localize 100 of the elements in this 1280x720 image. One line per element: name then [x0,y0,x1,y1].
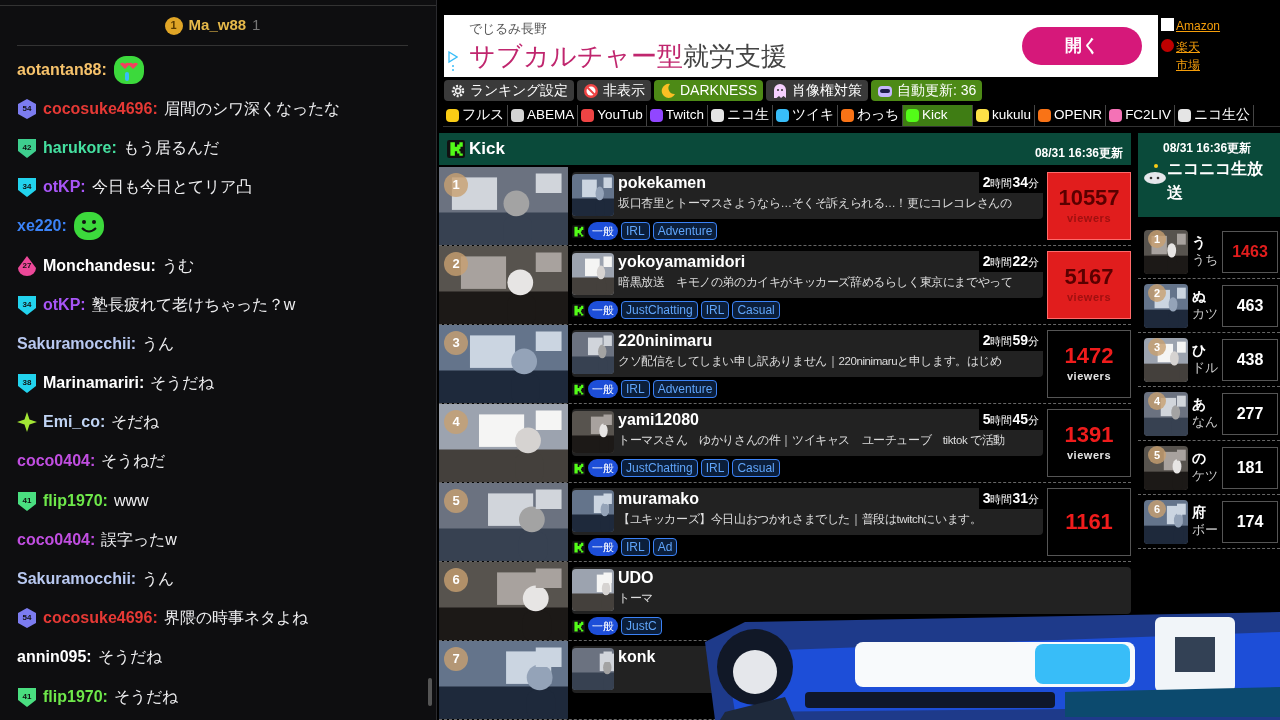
tag[interactable]: Casual [732,459,780,477]
level-badge: 38 [17,373,37,394]
shop-link[interactable]: Amazon [1176,17,1221,36]
smile-emote-icon [72,211,105,242]
platform-tab[interactable]: フルス [443,105,508,126]
viewers-label: viewers [1066,210,1112,226]
tag[interactable]: IRL [621,380,650,398]
viewer-count: 1391 [1064,422,1114,447]
streamer-name[interactable]: yokoyamamidori [618,251,746,273]
toolbar-button[interactable]: 自動更新: 36 [871,80,983,101]
tag[interactable]: Ad [652,538,678,556]
platform-tab[interactable]: kukulu [973,105,1036,126]
shop-link[interactable]: 楽天市場 [1176,38,1210,75]
ad-choices-icon[interactable] [448,51,458,73]
top-chatter-name: Ma_w88 [188,15,247,36]
chat-message: うん [142,569,175,590]
level-badge: 42 [17,137,37,158]
platform-tab[interactable]: わっち [838,105,904,126]
streamer-name[interactable]: ひ [1192,341,1218,360]
section-title: ニコニコ生放送 [1167,159,1264,203]
scrollbar-thumb[interactable] [428,678,432,706]
chat-username[interactable]: Emi_co: [43,410,106,435]
chat-username[interactable]: Sakuramocchii: [17,331,137,356]
chat-username[interactable]: otKP: [43,292,86,317]
chat-username[interactable]: flip1970: [43,684,108,709]
section-title: Kick [469,138,505,161]
chat-username[interactable]: Sakuramocchii: [17,567,137,592]
chat-username[interactable]: coco0404: [17,449,96,474]
toolbar-button[interactable]: DARKNESS [654,80,764,101]
viewer-count: 438 [1236,349,1264,370]
streamer-name[interactable]: UDO [618,567,654,589]
platform-tab[interactable]: ツイキ [773,105,839,126]
chat-message: そうだね [97,647,162,668]
streamer-name[interactable]: muramako [618,488,699,510]
stream-title: カツ [1192,306,1218,324]
chat-username[interactable]: otKP: [43,175,86,200]
tag[interactable]: JustChatting [621,301,698,319]
toolbar-button[interactable]: ランキング設定 [444,80,574,101]
viewer-count: 277 [1236,403,1264,424]
streamer-name[interactable]: あ [1192,395,1218,414]
viewer-count: 463 [1236,295,1264,316]
chat-username[interactable]: cocosuke4696: [43,606,158,631]
chat-username[interactable]: xe220: [17,214,67,239]
toolbar-button[interactable]: 非表示 [577,80,651,101]
chat-username[interactable]: Monchandesu: [43,253,156,278]
ad-banner[interactable]: でじるみ長野 サブカルチャー型就労支援 開く [444,15,1158,77]
moon-icon [660,82,676,99]
tag[interactable]: IRL [621,538,650,556]
viewers-label: viewers [1066,368,1112,384]
chat-username[interactable]: Marinamariri: [43,371,145,396]
viewers-label: viewers [1066,289,1112,305]
platform-tab[interactable]: Kick [903,105,974,126]
chat-message: 界隈の時事ネタよね [163,608,308,629]
chat-message: そうねだ [101,451,166,472]
tag[interactable]: JustChatting [621,459,698,477]
chat-username[interactable]: flip1970: [43,488,108,513]
streamer-name[interactable]: う [1192,233,1218,252]
tag[interactable]: Adventure [652,380,718,398]
shop-icon [1161,18,1174,32]
level-badge: 54 [17,608,37,629]
stream-title: 【ユキッカーズ】今日山おつかれさまでした｜普段はtwitchにいます。 [618,512,983,528]
platform-tab[interactable]: YouTub [578,105,647,126]
gear-icon [450,82,466,99]
tag[interactable]: IRL [700,301,730,319]
chat-username[interactable]: annin095: [17,645,92,670]
top-chatter-count: 1 [252,15,261,36]
category-badge: 一般 [588,538,618,556]
streamer-name[interactable]: 府 [1192,503,1218,522]
chat-username[interactable]: aotantan88: [17,57,107,82]
open-button[interactable]: 開く [1022,27,1142,66]
platform-tab[interactable]: ABEMA [508,105,579,126]
stream-duration: 2時間34分 [978,172,1043,193]
streamer-name[interactable]: konk [618,646,656,668]
chat-username[interactable]: cocosuke4696: [43,96,158,121]
viewer-count: 174 [1236,511,1264,532]
streamer-name[interactable]: 220ninimaru [618,330,713,352]
streamer-name[interactable]: yami12080 [618,409,699,431]
toolbar-button[interactable]: 肖像権対策 [766,80,869,101]
streamer-name[interactable]: ぬ [1192,287,1218,306]
level-badge: 34 [17,294,37,315]
stream-title: トーマスさん ゆかりさんの件｜ツイキャス ユーチューブ tiktok で活動 [618,433,1006,449]
chat-message: 塾長疲れて老けちゃった？w [91,294,296,315]
platform-tab[interactable]: ニコ生 [708,105,774,126]
chat-message: そうだね [150,373,215,394]
streamer-name[interactable]: の [1192,449,1218,468]
tag[interactable]: Casual [732,301,780,319]
chat-message: www [113,490,149,511]
tag[interactable]: Adventure [652,222,718,240]
updated-time: 08/31 16:36更新 [1034,145,1123,162]
kick-logo-icon [447,140,465,158]
tag[interactable]: JustC [621,617,662,635]
kick-logo-icon [572,619,585,633]
platform-tab[interactable]: OPENR [1035,105,1107,126]
viewer-count: 1161 [1065,510,1113,534]
streamer-name[interactable]: pokekamen [618,172,707,194]
chat-username[interactable]: coco0404: [17,527,96,552]
platform-tab[interactable]: FC2LIV [1106,105,1175,126]
chat-username[interactable]: harukore: [43,135,117,160]
tag[interactable]: IRL [700,459,730,477]
tag[interactable]: IRL [621,222,650,240]
